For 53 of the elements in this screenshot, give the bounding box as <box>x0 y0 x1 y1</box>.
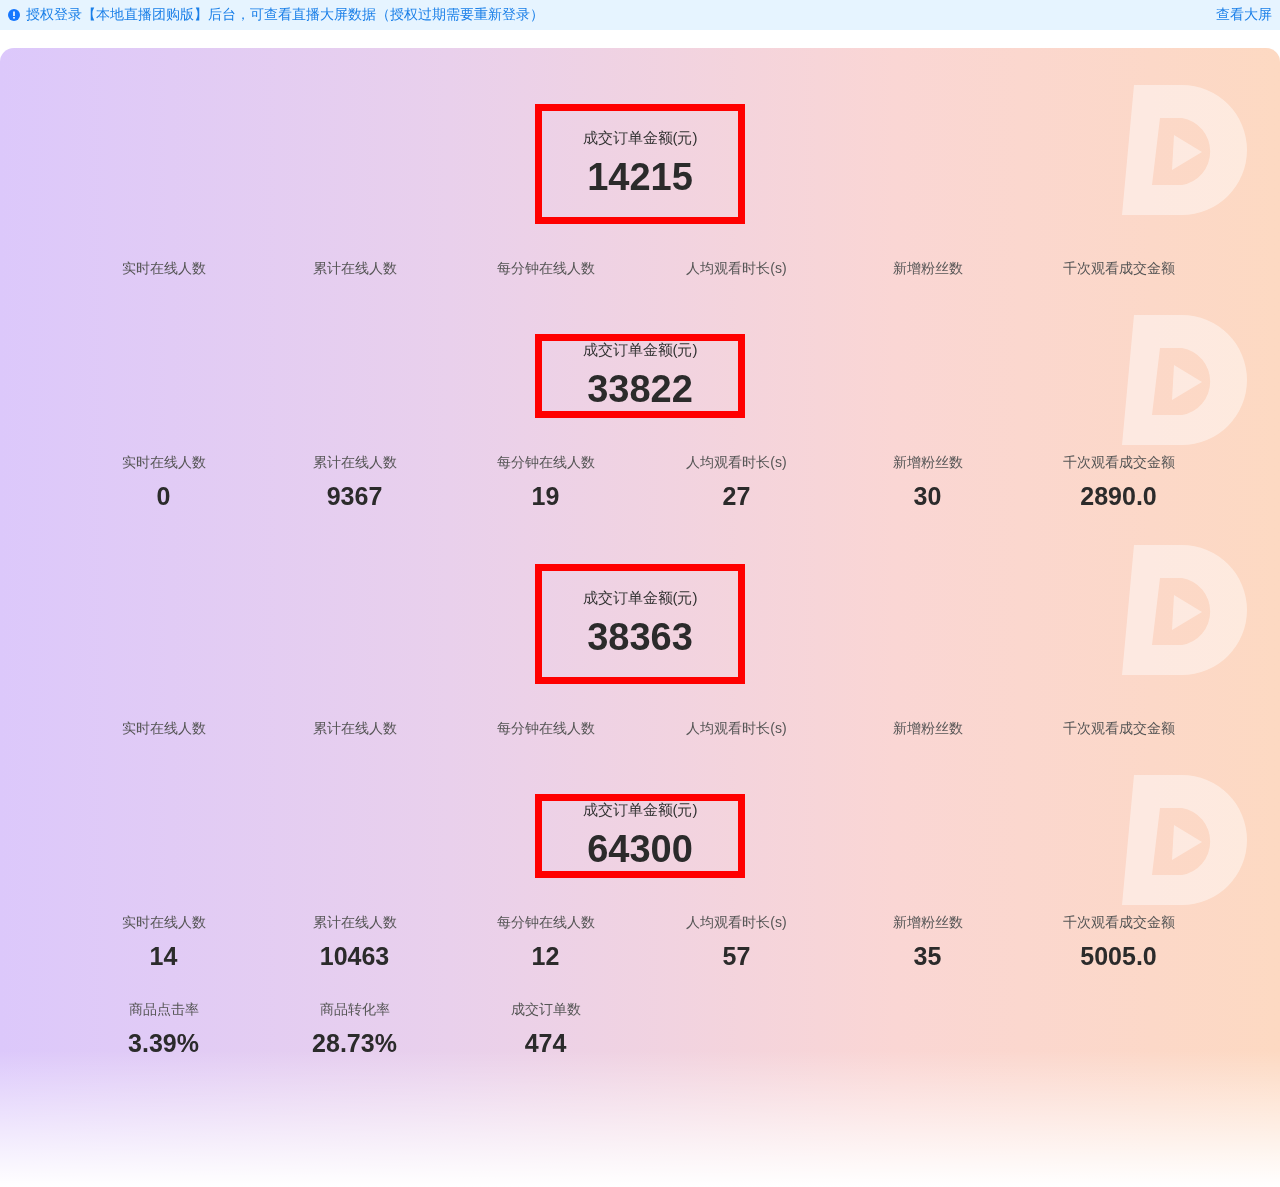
stat-value: 27 <box>722 482 751 511</box>
stat-label: 新增粉丝数 <box>892 260 963 278</box>
stat-label: 累计在线人数 <box>312 914 397 932</box>
stat-label: 千次观看成交金额 <box>1062 260 1175 278</box>
stat-label: 新增粉丝数 <box>892 720 963 738</box>
stat-value: 12 <box>531 942 560 971</box>
stat-label: 人均观看时长(s) <box>686 914 787 932</box>
stat-label: 实时在线人数 <box>121 260 206 278</box>
amount-value: 38363 <box>587 616 693 659</box>
amount-label: 成交订单金额(元) <box>582 589 698 608</box>
stat-value: 9367 <box>326 482 383 511</box>
stat-value: 57 <box>722 942 751 971</box>
stat-label: 累计在线人数 <box>312 260 397 278</box>
stat-value: 0 <box>156 482 171 511</box>
stat-label: 千次观看成交金额 <box>1062 720 1175 738</box>
stat-value: 10463 <box>319 942 390 971</box>
view-screen-link[interactable]: 查看大屏 <box>1216 6 1272 24</box>
amount-value: 64300 <box>587 828 693 871</box>
stat-label: 实时在线人数 <box>121 454 206 472</box>
amount-label: 成交订单金额(元) <box>582 341 698 360</box>
stat-value: 19 <box>531 482 560 511</box>
stat-value: 3.39% <box>128 1029 199 1058</box>
stat-value: 30 <box>913 482 942 511</box>
stat-label: 累计在线人数 <box>312 720 397 738</box>
stat-value: 28.73% <box>312 1029 397 1058</box>
stat-label: 人均观看时长(s) <box>686 454 787 472</box>
stat-value: 2890.0 <box>1080 482 1157 511</box>
amount-value: 14215 <box>587 156 693 199</box>
stat-value: 474 <box>524 1029 567 1058</box>
stat-label: 新增粉丝数 <box>892 454 963 472</box>
amount-value: 33822 <box>587 368 693 411</box>
stat-label: 千次观看成交金额 <box>1062 914 1175 932</box>
stat-label: 累计在线人数 <box>312 454 397 472</box>
stat-label: 成交订单数 <box>510 1001 581 1019</box>
stat-label: 人均观看时长(s) <box>686 260 787 278</box>
info-icon <box>8 9 20 21</box>
stat-label: 每分钟在线人数 <box>496 454 595 472</box>
stat-label: 每分钟在线人数 <box>496 260 595 278</box>
stat-label: 每分钟在线人数 <box>496 720 595 738</box>
amount-label: 成交订单金额(元) <box>582 801 698 820</box>
notice-text: 授权登录【本地直播团购版】后台，可查看直播大屏数据（授权过期需要重新登录） <box>26 6 544 24</box>
stat-value: 14 <box>149 942 178 971</box>
stat-label: 商品转化率 <box>319 1001 390 1019</box>
stat-label: 千次观看成交金额 <box>1062 454 1175 472</box>
amount-label: 成交订单金额(元) <box>582 129 698 148</box>
stat-value: 35 <box>913 942 942 971</box>
stat-label: 每分钟在线人数 <box>496 914 595 932</box>
stat-label: 新增粉丝数 <box>892 914 963 932</box>
stat-label: 实时在线人数 <box>121 914 206 932</box>
stat-value: 5005.0 <box>1080 942 1157 971</box>
stat-label: 商品点击率 <box>128 1001 199 1019</box>
stat-label: 实时在线人数 <box>121 720 206 738</box>
stat-label: 人均观看时长(s) <box>686 720 787 738</box>
